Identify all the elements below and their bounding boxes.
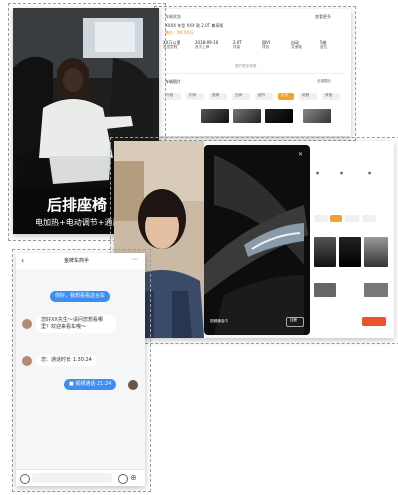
chat-title: 金牌车商手	[64, 258, 90, 264]
stat-displacement: 2.0T 排量	[233, 40, 242, 49]
side-thumb-4[interactable]	[314, 283, 336, 297]
tab-interior[interactable]: 内饰	[186, 93, 204, 100]
stat-mileage: XX万公里 表显里程	[163, 40, 181, 49]
expand-parameters-link[interactable]: 展开更多参数	[235, 64, 257, 69]
chat-window-card: ‹ 金牌车商手 ⋯ 你好，我想看看这台车 您好XX先生～请问您想看哪里？欢迎来看…	[16, 253, 145, 486]
car-thumbnail-3[interactable]	[265, 109, 293, 123]
divider	[163, 73, 345, 74]
stat-first-registration: 2018-09-10 首次上牌	[195, 40, 219, 49]
emoji-icon[interactable]	[118, 474, 128, 484]
side-thumb-2[interactable]	[339, 237, 361, 267]
chat-header: ‹ 金牌车商手 ⋯	[16, 253, 145, 269]
side-action-button[interactable]	[362, 317, 386, 326]
tab-other[interactable]: 其他	[322, 93, 340, 100]
side-thumb-5[interactable]	[364, 283, 388, 297]
back-arrow-icon[interactable]: ‹	[21, 256, 24, 265]
stat-transmission: 自动 变速箱	[291, 40, 302, 49]
chat-bubble-incoming-1: 您好XX先生～请问您想看哪里？欢迎来看车哦～	[36, 315, 116, 333]
side-thumb-1[interactable]	[314, 237, 336, 267]
avatar	[128, 380, 138, 390]
hangup-button[interactable]: 挂断	[286, 317, 304, 327]
car-thumbnail-4[interactable]	[303, 109, 331, 123]
message-input[interactable]	[32, 473, 112, 483]
close-pip-icon[interactable]: ✕	[298, 151, 303, 158]
tab-seats[interactable]: 座椅	[209, 93, 227, 100]
chat-bubble-incoming-2: 您：通话时长 1:30:24	[36, 355, 97, 366]
vehicle-dashboard-card: 车辆状态 查看更多 XXXX 车型 XXX 款 2.0T 尊享版 售价：XX.X…	[157, 9, 351, 136]
voice-icon[interactable]	[20, 474, 30, 484]
side-tab-4[interactable]	[362, 215, 376, 222]
chat-bubble-outgoing-1: 你好，我想看看这台车	[50, 291, 111, 302]
car-model-line: XXXX 车型 XXX 款 2.0T 尊享版	[165, 23, 224, 28]
avatar	[22, 319, 32, 329]
seat-caption-subtitle: 电加热+电动调节+通风	[35, 218, 121, 227]
car-thumbnail-2[interactable]	[233, 109, 261, 123]
side-stat-3: ●	[368, 171, 372, 175]
more-dots-icon[interactable]: ⋯	[132, 256, 138, 263]
dashboard-header-left: 车辆状态	[165, 14, 181, 19]
tab-space[interactable]: 空间	[232, 93, 250, 100]
car-headlight-video	[204, 145, 310, 335]
photo-section-more[interactable]: 全部图片	[317, 79, 331, 84]
seat-caption-title: 后排座椅	[47, 196, 108, 214]
avatar	[22, 356, 32, 366]
tab-wheels[interactable]: 轮毂	[299, 93, 317, 100]
car-price-line: 售价：XX.XX万	[165, 30, 194, 35]
photo-tabs: 外观 内饰 座椅 空间 细节 灯光 轮毂 其他	[163, 93, 345, 102]
stats-row: XX万公里 表显里程 2018-09-10 首次上牌 2.0T 排量 国VI 排…	[163, 40, 345, 60]
chat-bubble-video-call: ■ 视频通话 21:24	[64, 379, 117, 390]
photo-section-title: 车辆图片	[165, 79, 181, 84]
stat-seats: 5座 座位	[320, 40, 328, 49]
plus-icon[interactable]: ⊕	[130, 473, 137, 482]
side-stat-1: ●	[316, 171, 320, 175]
side-panel: ● ● ●	[310, 141, 394, 338]
tab-details[interactable]: 细节	[255, 93, 273, 100]
car-thumbnail-1[interactable]	[201, 109, 229, 123]
tab-lights-active[interactable]: 灯光	[278, 93, 294, 100]
side-stat-2: ●	[340, 171, 344, 175]
video-call-status-label: 视频通话中	[210, 319, 228, 323]
side-tab-active[interactable]	[330, 215, 342, 222]
side-thumb-3[interactable]	[364, 237, 388, 267]
chat-input-bar: ⊕	[16, 469, 145, 486]
dashboard-header-right[interactable]: 查看更多	[315, 14, 331, 19]
video-call-card: ● ● ● ✕ 视频通话中 挂断	[114, 141, 394, 338]
stat-emission: 国VI 排放	[262, 40, 270, 49]
side-tab-1[interactable]	[314, 215, 328, 222]
side-tab-3[interactable]	[345, 215, 359, 222]
